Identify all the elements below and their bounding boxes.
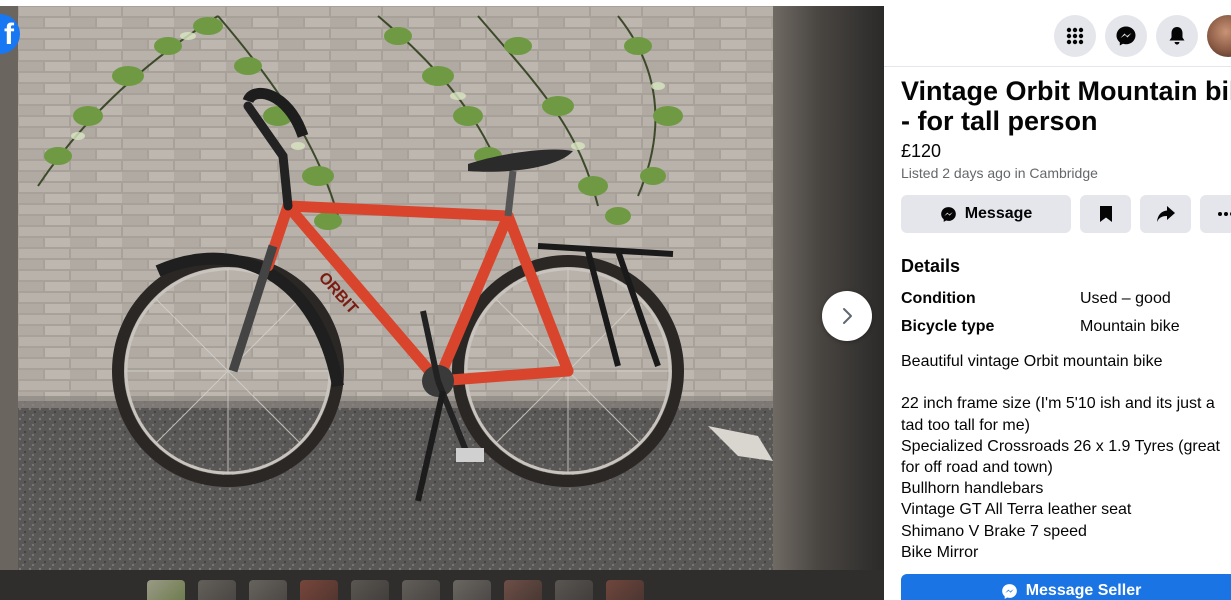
chevron-right-icon	[843, 308, 852, 324]
listing-title-line-1: Vintage Orbit Mountain bike	[901, 76, 1231, 106]
detail-key: Condition	[901, 290, 976, 307]
bell-icon	[1169, 27, 1185, 45]
share-icon	[1156, 206, 1175, 222]
more-options-button[interactable]	[1200, 195, 1231, 233]
listing-title-line-2: - for tall person	[901, 106, 1098, 136]
listing-panel: Vintage Orbit Mountain bike - for tall p…	[884, 0, 1231, 600]
thumbnail[interactable]	[249, 580, 287, 600]
notifications-button[interactable]	[1156, 15, 1198, 57]
detail-value: Mountain bike	[1080, 318, 1180, 335]
detail-key: Bicycle type	[901, 318, 995, 335]
more-icon	[1217, 212, 1231, 216]
share-button[interactable]	[1140, 195, 1191, 233]
listing-photo: ORBIT	[18, 6, 773, 570]
thumbnail[interactable]	[300, 580, 338, 600]
thumbnail-list	[147, 580, 644, 600]
thumbnail[interactable]	[351, 580, 389, 600]
bookmark-icon	[1099, 206, 1112, 222]
thumbnail[interactable]	[504, 580, 542, 600]
message-button-label: Message	[964, 205, 1033, 222]
listing-actions: Message	[901, 195, 1231, 233]
messenger-icon	[1001, 583, 1017, 599]
thumbnail[interactable]	[147, 580, 185, 600]
messenger-icon	[940, 206, 956, 222]
message-button[interactable]: Message	[901, 195, 1071, 233]
messenger-button[interactable]	[1105, 15, 1147, 57]
message-seller-button[interactable]: Message Seller	[901, 574, 1231, 600]
detail-value: Used – good	[1080, 290, 1171, 307]
next-photo-button[interactable]	[822, 291, 872, 341]
thumbnail[interactable]	[453, 580, 491, 600]
menu-button[interactable]	[1054, 15, 1096, 57]
profile-avatar[interactable]	[1207, 15, 1231, 57]
details-heading: Details	[901, 256, 961, 276]
listing-meta: Listed 2 days ago in Cambridge	[901, 165, 1098, 181]
listing-price: £120	[901, 141, 942, 161]
viewer-blur-left	[0, 6, 18, 600]
messenger-icon	[1116, 26, 1136, 46]
menu-grid-icon	[1066, 27, 1084, 45]
save-button[interactable]	[1080, 195, 1131, 233]
media-viewer: ORBIT f	[0, 0, 884, 600]
thumbnail[interactable]	[606, 580, 644, 600]
top-nav	[884, 0, 1231, 67]
message-seller-label: Message Seller	[1025, 582, 1142, 599]
listing-title: Vintage Orbit Mountain bike - for tall p…	[901, 76, 1231, 136]
thumbnail[interactable]	[402, 580, 440, 600]
listing-description: Beautiful vintage Orbit mountain bike 22…	[901, 353, 1220, 561]
thumbnail[interactable]	[555, 580, 593, 600]
thumbnail[interactable]	[198, 580, 236, 600]
